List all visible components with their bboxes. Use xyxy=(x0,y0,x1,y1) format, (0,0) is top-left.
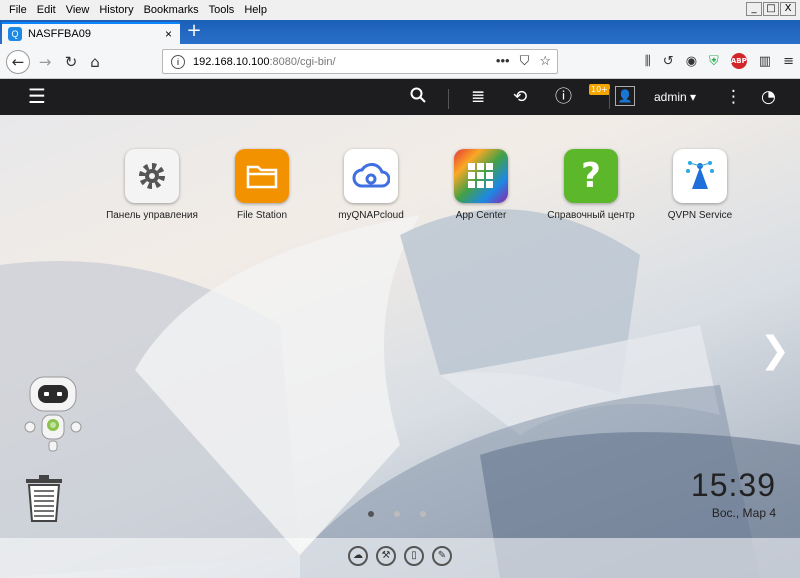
trash-icon[interactable] xyxy=(24,475,64,523)
next-page-arrow-icon[interactable]: ❯ xyxy=(760,330,790,371)
page-dot[interactable] xyxy=(420,511,426,517)
clock-time: 15:39 xyxy=(690,467,776,503)
browser-extensions: ⫼ ↺ ◉ ⛨ ABP ▥ ≡ xyxy=(645,53,794,69)
grid-icon xyxy=(454,149,508,203)
menu-edit[interactable]: Edit xyxy=(32,4,61,16)
menu-tools[interactable]: Tools xyxy=(204,4,240,16)
app-app-center[interactable]: App Center xyxy=(426,149,536,221)
history-icon[interactable]: ↺ xyxy=(663,54,674,69)
notification-badge: 10+ xyxy=(589,84,610,95)
folder-icon xyxy=(235,149,289,203)
browser-menu-icon[interactable]: ≡ xyxy=(783,54,794,69)
menu-help[interactable]: Help xyxy=(239,4,272,16)
vpn-icon xyxy=(673,149,727,203)
page-dot[interactable] xyxy=(368,511,374,517)
toolbar-separator xyxy=(609,89,610,109)
menu-bar: File Edit View History Bookmarks Tools H… xyxy=(0,0,800,20)
app-label: App Center xyxy=(455,210,507,221)
main-menu-icon[interactable]: ☰ xyxy=(28,86,46,106)
dashboard-gauge-icon[interactable]: ◔ xyxy=(761,87,776,107)
menu-view[interactable]: View xyxy=(61,4,95,16)
menu-bookmarks[interactable]: Bookmarks xyxy=(139,4,204,16)
browser-tab[interactable]: Q NASFFBA09 × xyxy=(2,22,180,44)
username-dropdown[interactable]: admin ▾ xyxy=(654,90,696,104)
qts-toolbar: ☰ ≣ ⟲ ⓘ 10+ 👤 admin ▾ ⋮ ◔ xyxy=(18,79,800,115)
search-icon[interactable] xyxy=(410,87,426,108)
app-label: QVPN Service xyxy=(667,210,733,221)
tab-title: NASFFBA09 xyxy=(28,28,91,40)
library-icon[interactable]: ⫼ xyxy=(645,54,651,69)
app-control-panel[interactable]: Панель управления xyxy=(97,149,207,221)
close-window-button[interactable]: X xyxy=(780,2,796,16)
cloud-icon xyxy=(344,149,398,203)
qnap-favicon-icon: Q xyxy=(8,27,22,41)
pocket-icon[interactable]: ⛉ xyxy=(520,53,530,69)
desktop-clock: 15:39 Вос., Мар 4 xyxy=(691,467,776,520)
page-indicator xyxy=(368,511,426,517)
page-dot[interactable] xyxy=(394,511,400,517)
menu-history[interactable]: History xyxy=(94,4,138,16)
cloud-link-icon[interactable]: ☁ xyxy=(348,546,368,566)
qboost-robot-icon[interactable] xyxy=(22,373,84,455)
background-tasks-icon[interactable]: ≣ xyxy=(471,87,485,107)
url-bar[interactable]: i 192.168.10.100 :8080/cgi-bin/ ••• ⛉ ☆ xyxy=(162,49,558,74)
url-host: 192.168.10.100 xyxy=(193,55,270,68)
adblock-icon[interactable]: ABP xyxy=(730,53,747,69)
window-controls: _ □ X xyxy=(746,2,796,16)
app-qvpn-service[interactable]: QVPN Service xyxy=(645,149,755,221)
app-help-center[interactable]: ? Справочный центр xyxy=(536,149,646,221)
app-label: Панель управления xyxy=(106,210,198,221)
desktop-area: Панель управления File Station myQNAPclo… xyxy=(0,115,800,578)
back-button[interactable]: ← xyxy=(6,50,30,74)
forward-button[interactable]: → xyxy=(34,51,56,73)
url-path: :8080/cgi-bin/ xyxy=(269,55,336,68)
site-info-icon[interactable]: i xyxy=(171,54,185,69)
tab-strip: Q NASFFBA09 × + xyxy=(0,20,800,44)
reload-button[interactable]: ↻ xyxy=(60,51,82,73)
app-file-station[interactable]: File Station xyxy=(207,149,317,221)
notification-icon[interactable]: ⓘ xyxy=(555,87,572,107)
sidebar-icon[interactable]: ▥ xyxy=(759,54,771,69)
page-actions-icon[interactable]: ••• xyxy=(496,53,510,69)
menu-file[interactable]: File xyxy=(4,4,32,16)
tab-close-icon[interactable]: × xyxy=(165,27,172,41)
app-label: Справочный центр xyxy=(547,210,635,221)
user-avatar-icon[interactable]: 👤 xyxy=(615,86,635,106)
toolbar-left-edge xyxy=(0,79,18,115)
feedback-icon[interactable]: ✎ xyxy=(432,546,452,566)
maximize-button[interactable]: □ xyxy=(763,2,779,16)
new-tab-button[interactable]: + xyxy=(184,22,204,42)
home-button[interactable]: ⌂ xyxy=(84,51,106,73)
external-devices-icon[interactable]: ⟲ xyxy=(513,87,527,107)
tools-icon[interactable]: ⚒ xyxy=(376,546,396,566)
navigation-toolbar: ← → ↻ ⌂ i 192.168.10.100 :8080/cgi-bin/ … xyxy=(0,44,800,79)
app-myqnapcloud[interactable]: myQNAPcloud xyxy=(316,149,426,221)
app-label: File Station xyxy=(236,210,288,221)
minimize-button[interactable]: _ xyxy=(746,2,762,16)
book-icon[interactable]: ▯ xyxy=(404,546,424,566)
bookmark-star-icon[interactable]: ☆ xyxy=(539,53,551,69)
question-icon: ? xyxy=(564,149,618,203)
extension-color-icon[interactable]: ◉ xyxy=(686,54,697,69)
clock-date: Вос., Мар 4 xyxy=(711,506,776,520)
more-options-icon[interactable]: ⋮ xyxy=(725,87,742,107)
app-label: myQNAPcloud xyxy=(338,210,404,221)
bottom-dock: ☁ ⚒ ▯ ✎ xyxy=(0,538,800,578)
toolbar-separator xyxy=(448,89,449,109)
shield-icon[interactable]: ⛨ xyxy=(709,54,719,69)
gear-icon xyxy=(125,149,179,203)
